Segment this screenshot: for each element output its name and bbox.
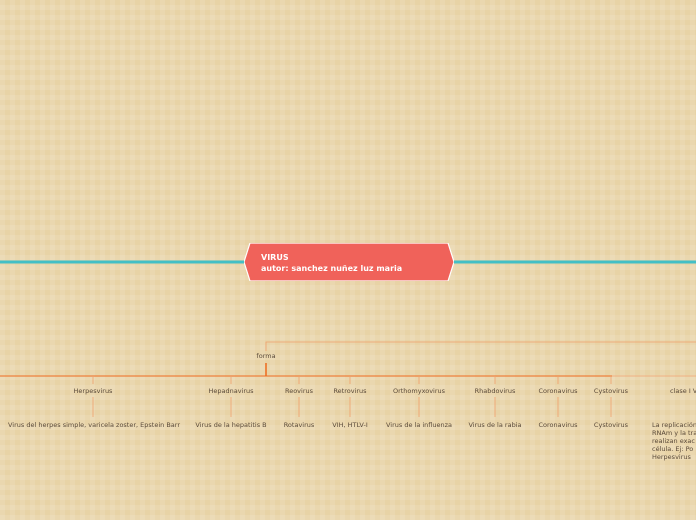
branch-lines: [92, 376, 612, 417]
central-node[interactable]: VIRUS autor: sanchez nuñez luz maria: [244, 243, 454, 281]
branch-name[interactable]: Coronavirus: [539, 387, 578, 395]
branch-name[interactable]: Rhabdovirus: [475, 387, 516, 395]
forma-label[interactable]: forma: [256, 352, 275, 360]
central-node-text: VIRUS autor: sanchez nuñez luz maria: [261, 252, 402, 274]
clase-label[interactable]: clase I V: [670, 387, 696, 395]
branch-name[interactable]: Retrovirus: [333, 387, 366, 395]
branch-example[interactable]: Cystovirus: [594, 421, 628, 429]
branch-example[interactable]: Virus del herpes simple, varicela zoster…: [8, 421, 180, 429]
branch-example[interactable]: VIH, HTLV-I: [332, 421, 367, 429]
clase-note-line: realizan exac: [652, 437, 695, 445]
branch-name[interactable]: Cystovirus: [594, 387, 628, 395]
clase-note-line: Herpesvirus: [652, 453, 691, 461]
clase-note-line: célula. Ej: Po: [652, 445, 694, 453]
branch-name[interactable]: Herpesvirus: [74, 387, 113, 395]
branch-example[interactable]: Rotavirus: [284, 421, 315, 429]
central-title: VIRUS: [261, 253, 289, 262]
branch-example[interactable]: Coronavirus: [539, 421, 578, 429]
branch-example[interactable]: Virus de la rabia: [469, 421, 522, 429]
branch-example[interactable]: Virus de la hepatitis B: [195, 421, 266, 429]
branch-name[interactable]: Hepadnavirus: [208, 387, 253, 395]
branch-name[interactable]: Reovirus: [285, 387, 313, 395]
clase-note-line: La replicación: [652, 421, 696, 429]
central-author: autor: sanchez nuñez luz maria: [261, 264, 403, 273]
clase-note-line: RNAm y la tra: [652, 429, 696, 437]
clase-note[interactable]: La replicación RNAm y la tra realizan ex…: [652, 421, 696, 461]
branch-example[interactable]: Virus de la influenza: [386, 421, 452, 429]
forma-connector: [265, 341, 696, 351]
branch-name[interactable]: Orthomyxovirus: [393, 387, 445, 395]
